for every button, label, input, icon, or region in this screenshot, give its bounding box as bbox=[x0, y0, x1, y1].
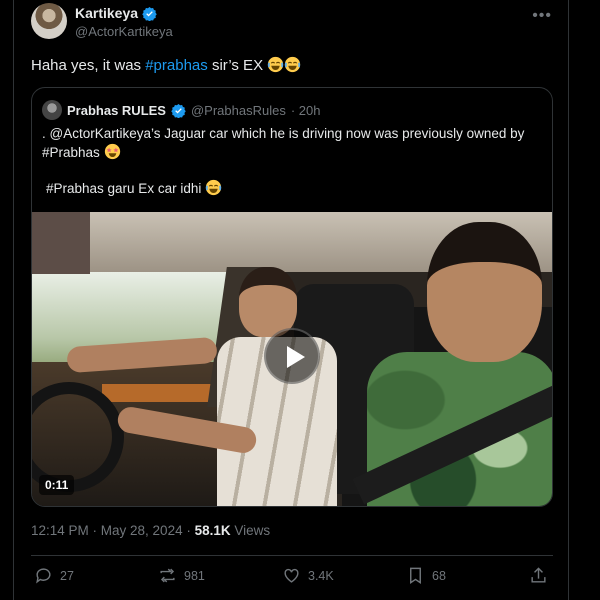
video-duration: 0:11 bbox=[39, 475, 75, 495]
repost-count: 981 bbox=[184, 568, 205, 583]
tweet-meta: 12:14 PM · May 28, 2024 · 58.1K Views bbox=[31, 523, 270, 538]
author-name[interactable]: Kartikeya bbox=[75, 5, 138, 21]
play-button-icon[interactable] bbox=[264, 328, 320, 384]
passenger-head bbox=[427, 222, 542, 362]
views-label: Views bbox=[230, 523, 271, 538]
quoted-tweet-card[interactable]: Prabhas RULES @PrabhasRules · 20h . @Act… bbox=[31, 87, 553, 507]
share-button[interactable] bbox=[529, 566, 548, 585]
quoted-tweet-header: Prabhas RULES @PrabhasRules · 20h bbox=[42, 100, 320, 120]
tweet-text-part: Haha yes, it was bbox=[31, 57, 146, 74]
tweet-text-part: sir’s EX bbox=[207, 57, 264, 74]
joy-emoji-icon bbox=[268, 56, 284, 73]
author-name-row: Kartikeya bbox=[75, 5, 157, 21]
star-struck-emoji-icon bbox=[104, 143, 120, 160]
repost-button[interactable]: 981 bbox=[158, 566, 205, 585]
driver-figure bbox=[66, 267, 337, 506]
bookmark-count: 68 bbox=[432, 568, 446, 583]
quoted-text-line2: #Prabhas garu Ex car idhi bbox=[46, 181, 202, 196]
tweet-header: Kartikeya @ActorKartikeya ••• bbox=[31, 3, 556, 43]
quoted-author-handle[interactable]: @PrabhasRules bbox=[191, 103, 286, 118]
divider bbox=[31, 555, 553, 556]
verified-badge-icon bbox=[171, 103, 186, 118]
action-bar: 27 981 3.4K 68 bbox=[31, 566, 553, 590]
views-count: 58.1K bbox=[194, 523, 231, 538]
quoted-tweet-text-2: #Prabhas garu Ex car idhi bbox=[46, 179, 222, 196]
verified-badge-icon bbox=[142, 6, 157, 21]
author-handle[interactable]: @ActorKartikeya bbox=[75, 24, 173, 39]
blurred-region bbox=[32, 212, 90, 274]
like-count: 3.4K bbox=[308, 568, 334, 583]
like-button[interactable]: 3.4K bbox=[282, 566, 334, 585]
reply-count: 27 bbox=[60, 568, 74, 583]
driver-head bbox=[239, 267, 297, 337]
bookmark-icon bbox=[410, 567, 421, 584]
quoted-author-avatar[interactable] bbox=[42, 100, 62, 120]
video-player[interactable]: 0:11 bbox=[32, 212, 552, 506]
quoted-tweet-text: . @ActorKartikeya’s Jaguar car which he … bbox=[42, 124, 547, 162]
author-avatar[interactable] bbox=[31, 3, 67, 39]
right-column-edge bbox=[568, 0, 600, 600]
tweet-timestamp[interactable]: 12:14 PM · May 28, 2024 · bbox=[31, 523, 195, 538]
hashtag-link[interactable]: #prabhas bbox=[145, 57, 208, 74]
share-icon bbox=[531, 567, 546, 583]
tweet-text: Haha yes, it was #prabhas sir’s EX bbox=[31, 56, 301, 74]
heart-icon bbox=[284, 568, 299, 583]
passenger-figure bbox=[352, 212, 552, 506]
quoted-tweet-time: · 20h bbox=[290, 102, 321, 118]
quoted-author-name[interactable]: Prabhas RULES bbox=[67, 103, 166, 118]
joy-emoji-icon bbox=[285, 56, 301, 73]
joy-emoji-icon bbox=[205, 179, 222, 196]
reply-icon bbox=[36, 568, 51, 584]
repost-icon bbox=[160, 568, 175, 583]
left-column-edge bbox=[0, 0, 14, 600]
bookmark-button[interactable]: 68 bbox=[406, 566, 446, 585]
reply-button[interactable]: 27 bbox=[34, 566, 74, 585]
more-options-icon[interactable]: ••• bbox=[532, 7, 552, 25]
